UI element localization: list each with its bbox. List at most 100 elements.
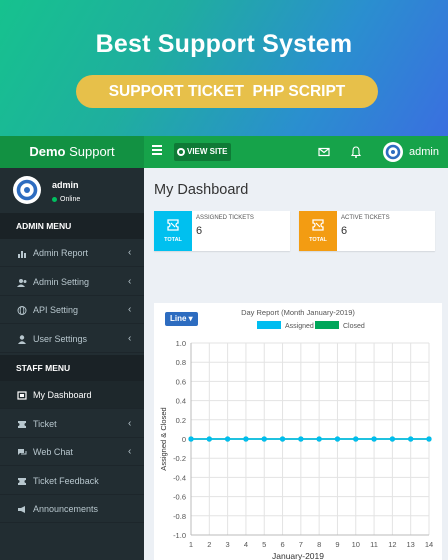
x-tick-label: 3 bbox=[226, 540, 230, 549]
status-dot-icon bbox=[52, 197, 57, 202]
y-tick-label: 0.8 bbox=[176, 358, 186, 367]
y-tick-label: 0.6 bbox=[176, 377, 186, 386]
assigned-tickets-box: TOTAL ASSIGNED TICKETS 6 bbox=[154, 211, 290, 251]
x-tick-label: 8 bbox=[317, 540, 321, 549]
brand-rest: Support bbox=[65, 144, 115, 159]
data-point-assigned bbox=[408, 436, 414, 442]
top-username[interactable]: admin bbox=[409, 136, 439, 168]
chart-title: Day Report (Month January-2019) bbox=[241, 308, 355, 317]
chevron-left-icon: ‹ bbox=[128, 332, 132, 344]
sidebar-item-ticket[interactable]: Ticket ‹ bbox=[0, 410, 144, 438]
brand-logo[interactable]: Demo Support bbox=[0, 136, 144, 168]
x-tick-label: 5 bbox=[262, 540, 266, 549]
active-tickets-box: TOTAL ACTIVE TICKETS 6 bbox=[299, 211, 435, 251]
ticket-icon bbox=[154, 211, 192, 251]
dashboard-icon bbox=[17, 391, 27, 400]
chart-type-select[interactable]: Line ▾ bbox=[165, 312, 198, 326]
view-site-label: VIEW SITE bbox=[187, 147, 228, 156]
data-point-assigned bbox=[334, 436, 341, 442]
sidebar-item-label: Ticket bbox=[33, 418, 57, 429]
users-icon bbox=[17, 278, 27, 287]
sidebar-item-label: User Settings bbox=[33, 333, 88, 344]
sidebar-item-ticket-feedback[interactable]: Ticket Feedback bbox=[0, 467, 144, 495]
y-tick-label: -0.4 bbox=[173, 473, 186, 482]
bell-icon[interactable] bbox=[349, 145, 363, 159]
view-site-icon bbox=[177, 148, 185, 156]
top-navbar: Demo Support VIEW SITE admin bbox=[0, 136, 448, 168]
globe-icon bbox=[17, 306, 27, 315]
assigned-total-label: TOTAL bbox=[164, 237, 182, 243]
brand-bold: Demo bbox=[29, 144, 66, 159]
x-tick-label: 11 bbox=[370, 540, 378, 549]
bar-chart-icon bbox=[18, 251, 26, 258]
banner-title: Best Support System bbox=[95, 30, 353, 58]
x-tick-label: 10 bbox=[352, 540, 360, 549]
data-point-assigned bbox=[261, 436, 267, 442]
bullhorn-icon bbox=[18, 506, 25, 513]
data-point-assigned bbox=[371, 436, 377, 442]
x-tick-label: 14 bbox=[425, 540, 433, 549]
avatar bbox=[13, 176, 41, 204]
data-point-assigned bbox=[353, 436, 359, 442]
x-tick-label: 13 bbox=[407, 540, 415, 549]
sidebar-item-label: API Setting bbox=[33, 305, 79, 315]
chevron-left-icon: ‹ bbox=[128, 446, 132, 457]
user-avatar-top[interactable] bbox=[383, 142, 403, 162]
sidebar-item-label: Admin Setting bbox=[33, 276, 90, 287]
staff-menu-header: STAFF MENU bbox=[0, 355, 144, 381]
main-content: My Dashboard TOTAL ASSIGNED TICKETS 6 TO… bbox=[144, 168, 448, 560]
line-chart: Day Report (Month January-2019) Assigned C… bbox=[159, 308, 433, 560]
x-tick-label: 1 bbox=[189, 540, 193, 549]
sidebar-item-label: Admin Report bbox=[33, 248, 89, 258]
y-tick-label: -0.6 bbox=[173, 493, 186, 502]
chevron-left-icon: ‹ bbox=[128, 275, 132, 287]
legend-swatch bbox=[315, 321, 339, 329]
sidebar-item-user-settings[interactable]: User Settings ‹ bbox=[0, 325, 144, 353]
sidebar-item-api-setting[interactable]: API Setting ‹ bbox=[0, 296, 144, 324]
y-tick-label: -0.8 bbox=[173, 512, 186, 521]
data-point-assigned bbox=[298, 436, 304, 442]
data-point-assigned bbox=[243, 436, 249, 442]
x-tick-label: 2 bbox=[207, 540, 211, 549]
assigned-tickets-label: ASSIGNED TICKETS bbox=[196, 215, 254, 221]
data-point-assigned bbox=[316, 436, 322, 442]
x-tick-label: 7 bbox=[299, 540, 303, 549]
assigned-tickets-count: 6 bbox=[196, 225, 203, 237]
chat-icon bbox=[18, 449, 27, 455]
data-point-assigned bbox=[188, 436, 194, 442]
ticket-icon bbox=[18, 477, 26, 485]
admin-menu-header: ADMIN MENU bbox=[0, 213, 144, 239]
app-window: Demo Support VIEW SITE admin admin Onlin… bbox=[0, 136, 448, 560]
day-report-chart-box: Day Report (Month January-2019) Assigned C… bbox=[154, 303, 442, 560]
data-point-assigned bbox=[279, 436, 286, 442]
menu-toggle-icon[interactable] bbox=[152, 145, 162, 159]
user-panel: admin Online bbox=[0, 168, 144, 213]
active-total-label: TOTAL bbox=[309, 237, 327, 243]
user-icon bbox=[18, 334, 26, 344]
data-point-assigned bbox=[389, 436, 395, 442]
y-tick-label: -1.0 bbox=[173, 531, 186, 540]
sidebar-username: admin bbox=[52, 180, 79, 190]
legend-label: Assigned bbox=[285, 323, 314, 330]
sidebar-item-admin-setting[interactable]: Admin Setting ‹ bbox=[0, 268, 144, 296]
sidebar-item-announcements[interactable]: Announcements bbox=[0, 495, 144, 523]
page-title: My Dashboard bbox=[154, 182, 249, 198]
sidebar-item-web-chat[interactable]: Web Chat ‹ bbox=[0, 438, 144, 466]
online-status: Online bbox=[52, 196, 80, 203]
y-tick-label: 0.4 bbox=[176, 397, 186, 406]
y-tick-label: 1.0 bbox=[176, 339, 186, 348]
chevron-left-icon: ‹ bbox=[128, 247, 132, 258]
data-point-assigned bbox=[225, 436, 231, 442]
data-point-assigned bbox=[206, 436, 212, 442]
view-site-button[interactable]: VIEW SITE bbox=[174, 143, 232, 161]
chevron-left-icon: ‹ bbox=[128, 417, 132, 429]
active-tickets-count: 6 bbox=[341, 225, 348, 237]
sidebar-item-admin-report[interactable]: Admin Report ‹ bbox=[0, 239, 144, 267]
mail-icon[interactable] bbox=[317, 145, 331, 159]
x-tick-label: 6 bbox=[280, 540, 284, 549]
active-tickets-label: ACTIVE TICKETS bbox=[341, 215, 390, 221]
status-text: Online bbox=[60, 196, 81, 203]
y-axis-label: Assigned & Closed bbox=[159, 407, 168, 470]
sidebar-item-my-dashboard[interactable]: My Dashboard bbox=[0, 381, 144, 409]
y-tick-label: 0.2 bbox=[176, 416, 186, 425]
